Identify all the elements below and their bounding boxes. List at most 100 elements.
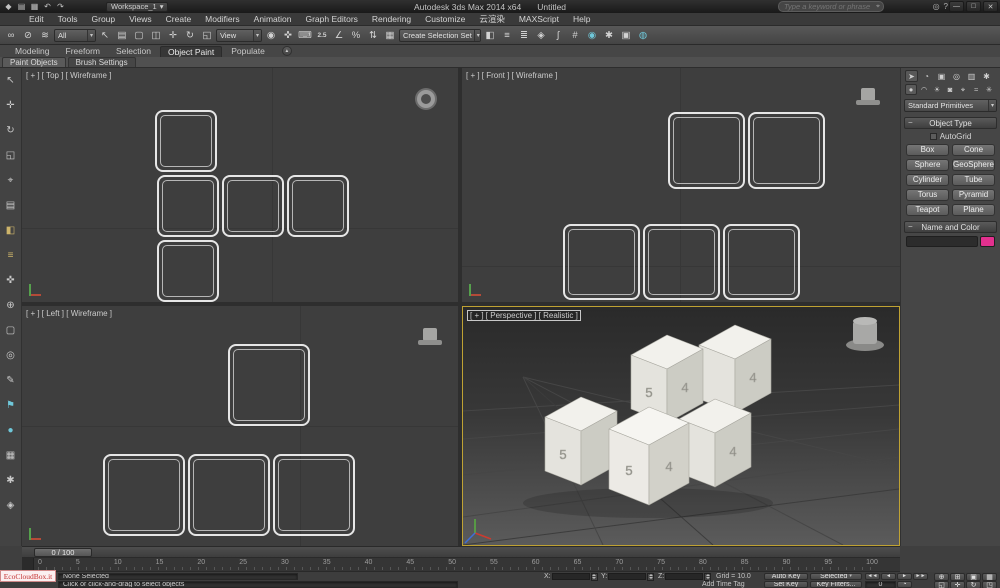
ribbon-subtab-paint-objects[interactable]: Paint Objects <box>2 57 66 67</box>
ribbon-tab-freeform[interactable]: Freeform <box>59 46 107 57</box>
zoom-tool-icon[interactable]: ⊕ <box>3 297 19 313</box>
geosphere-button[interactable]: GeoSphere <box>952 159 995 171</box>
viewport-perspective-label[interactable]: [ + ] [ Perspective ] [ Realistic ] <box>467 310 581 321</box>
mirror-icon[interactable]: ◧ <box>482 28 498 43</box>
circle-tool-icon[interactable]: ◎ <box>3 347 19 363</box>
selection-filter-dropdown[interactable]: All ▾ <box>54 29 96 42</box>
close-button[interactable]: ✕ <box>983 1 998 12</box>
previous-frame-button[interactable]: ◄ <box>881 573 896 581</box>
maximize-button[interactable]: □ <box>966 1 981 12</box>
x-spinner[interactable] <box>591 573 598 581</box>
app-logo-icon[interactable]: ◆ <box>3 1 14 12</box>
hat-object-top-view[interactable] <box>417 90 435 108</box>
auto-key-button[interactable]: Auto Key <box>764 573 808 581</box>
flag-tool-icon[interactable]: ⚑ <box>3 397 19 413</box>
rotate-tool-icon[interactable]: ↻ <box>3 122 19 138</box>
utilities-tab[interactable]: ✱ <box>980 70 993 82</box>
sphere-button[interactable]: Sphere <box>906 159 949 171</box>
next-frame-button[interactable]: ►► <box>913 573 928 581</box>
wireframe-box[interactable] <box>222 175 284 237</box>
wireframe-box[interactable] <box>723 224 800 300</box>
pan-icon[interactable]: ✛ <box>950 581 965 588</box>
ribbon-subtab-brush-settings[interactable]: Brush Settings <box>68 57 136 67</box>
motion-tab[interactable]: ◎ <box>950 70 963 82</box>
zoom-icon[interactable]: ⊕ <box>934 573 949 581</box>
menu-maxscript[interactable]: MAXScript <box>512 13 566 25</box>
zoom-all-icon[interactable]: ⊞ <box>950 573 965 581</box>
key-mode-dropdown[interactable]: Selected ▾ <box>810 573 862 581</box>
go-to-start-button[interactable]: ◄◄ <box>865 573 880 581</box>
material-editor-icon[interactable]: ◉ <box>584 28 600 43</box>
new-file-icon[interactable]: ▤ <box>16 1 27 12</box>
create-tab[interactable]: ➤ <box>905 70 918 82</box>
align-tool-icon[interactable]: ≡ <box>3 247 19 263</box>
select-object-icon[interactable]: ↖ <box>97 28 113 43</box>
tube-button[interactable]: Tube <box>952 174 995 186</box>
render-setup-icon[interactable]: ✱ <box>601 28 617 43</box>
grid-tool-icon[interactable]: ▦ <box>3 447 19 463</box>
torus-button[interactable]: Torus <box>906 189 949 201</box>
render-production-icon[interactable]: ◍ <box>635 28 651 43</box>
search-icon[interactable]: ⌖ <box>876 3 880 11</box>
crosshair-tool-icon[interactable]: ✜ <box>3 272 19 288</box>
plane-button[interactable]: Plane <box>952 204 995 216</box>
helpers-category-icon[interactable]: ⌖ <box>957 84 969 95</box>
select-and-move-icon[interactable]: ✛ <box>165 28 181 43</box>
star-tool-icon[interactable]: ✱ <box>3 472 19 488</box>
viewport-perspective[interactable]: 4 5 4 5 <box>462 306 900 546</box>
display-tab[interactable]: ▥ <box>965 70 978 82</box>
menu-cloud[interactable]: 云渲染 <box>472 13 512 25</box>
redo-icon[interactable]: ↷ <box>55 1 66 12</box>
workspace-switcher[interactable]: Workspace_1 ▾ <box>106 2 168 12</box>
scale-tool-icon[interactable]: ◱ <box>3 147 19 163</box>
window-crossing-icon[interactable]: ◫ <box>148 28 164 43</box>
save-icon[interactable]: ▦ <box>29 1 40 12</box>
curve-editor-icon[interactable]: ∫ <box>550 28 566 43</box>
viewport-front-label[interactable]: [ + ] [ Front ] [ Wireframe ] <box>466 71 557 80</box>
menu-modifiers[interactable]: Modifiers <box>198 13 246 25</box>
wireframe-box[interactable] <box>103 454 185 536</box>
angle-snap-icon[interactable]: ∠ <box>331 28 347 43</box>
select-and-scale-icon[interactable]: ◱ <box>199 28 215 43</box>
zoom-region-icon[interactable]: ◱ <box>934 581 949 588</box>
viewport-front[interactable]: [ + ] [ Front ] [ Wireframe ] <box>462 68 900 302</box>
wireframe-box[interactable] <box>287 175 349 237</box>
y-input[interactable] <box>608 573 646 580</box>
pyramid-button[interactable]: Pyramid <box>952 189 995 201</box>
cameras-category-icon[interactable]: ◙ <box>944 84 956 95</box>
menu-graph-editors[interactable]: Graph Editors <box>298 13 364 25</box>
autogrid-checkbox[interactable] <box>930 133 937 140</box>
menu-help[interactable]: Help <box>566 13 597 25</box>
list-tool-icon[interactable]: ▤ <box>3 197 19 213</box>
hat-object-side-view[interactable] <box>418 328 442 345</box>
wireframe-box[interactable] <box>188 454 270 536</box>
menu-create[interactable]: Create <box>159 13 199 25</box>
ribbon-tab-populate[interactable]: Populate <box>224 46 272 57</box>
object-name-field[interactable] <box>906 236 978 247</box>
schematic-view-icon[interactable]: # <box>567 28 583 43</box>
primitive-category-dropdown[interactable]: Standard Primitives ▾ <box>904 99 997 112</box>
search-input[interactable] <box>782 1 874 12</box>
named-selection-set-dropdown[interactable]: Create Selection Set ▾ <box>399 29 481 42</box>
unlink-selection-icon[interactable]: ⊘ <box>20 28 36 43</box>
wireframe-box[interactable] <box>748 112 825 189</box>
track-bar[interactable]: 0 5 10 15 20 25 30 35 40 45 50 55 60 65 … <box>22 558 900 572</box>
wireframe-box[interactable] <box>157 175 219 237</box>
add-time-tag[interactable]: Add Time Tag <box>702 581 745 588</box>
wireframe-box[interactable] <box>643 224 720 300</box>
keyboard-override-icon[interactable]: ⌨ <box>297 28 313 43</box>
select-and-manipulate-icon[interactable]: ✜ <box>280 28 296 43</box>
wireframe-box[interactable] <box>155 110 217 172</box>
geometry-category-icon[interactable]: ● <box>905 84 917 95</box>
info-icon[interactable]: ◎ <box>933 2 940 11</box>
align-icon[interactable]: ≡ <box>499 28 515 43</box>
shapes-category-icon[interactable]: ◠ <box>918 84 930 95</box>
time-slider-handle[interactable]: 0 / 100 <box>34 548 92 557</box>
object-type-rollout[interactable]: − Object Type <box>904 117 997 129</box>
edit-named-sets-icon[interactable]: ▦ <box>382 28 398 43</box>
menu-group[interactable]: Group <box>85 13 123 25</box>
ribbon-toggle-icon[interactable]: ◈ <box>533 28 549 43</box>
minimize-button[interactable]: — <box>949 1 964 12</box>
menu-animation[interactable]: Animation <box>247 13 299 25</box>
orbit-icon[interactable]: ↻ <box>966 581 981 588</box>
